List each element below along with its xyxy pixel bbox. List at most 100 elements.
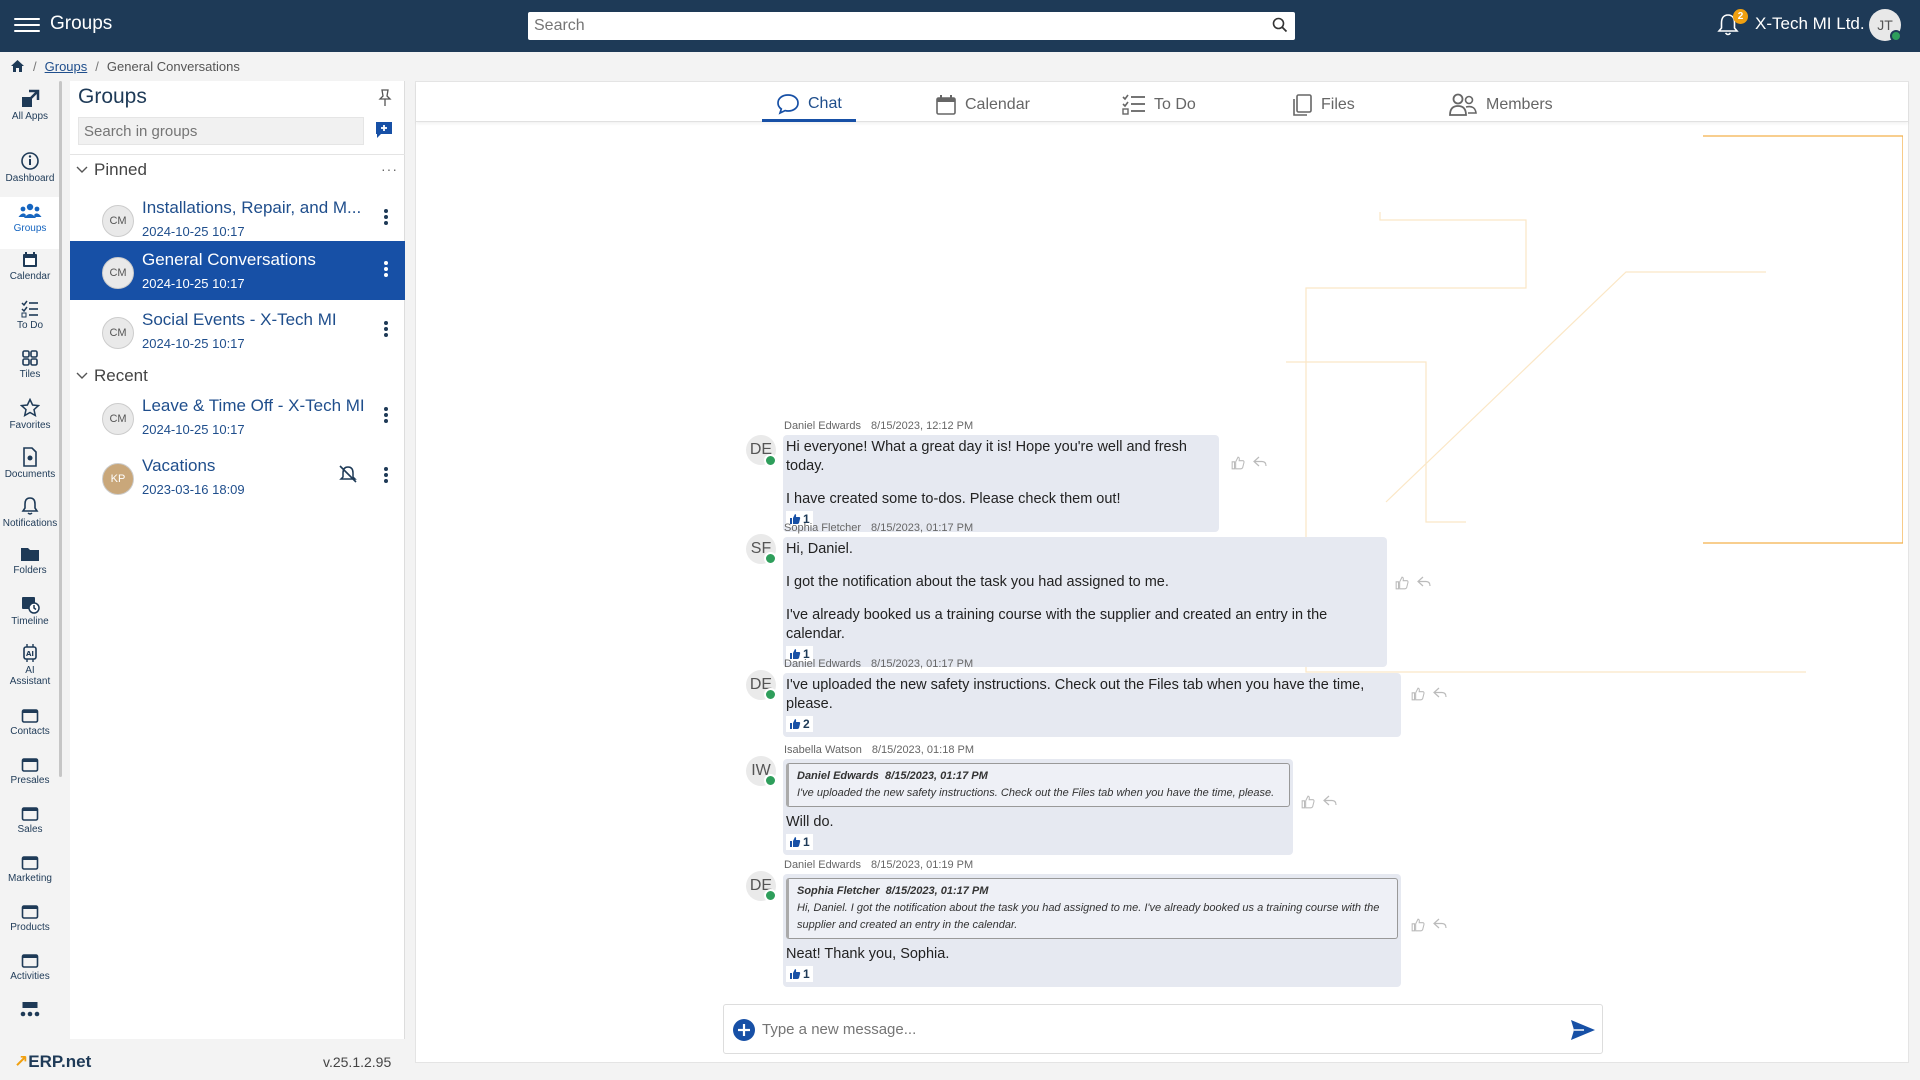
message-actions (1301, 795, 1337, 809)
tab-members[interactable]: Members (1448, 88, 1553, 122)
message-composer (723, 1004, 1603, 1054)
tab-todo[interactable]: To Do (1122, 88, 1196, 122)
folder-icon (21, 548, 39, 561)
tab-label: Files (1321, 96, 1355, 113)
home-icon[interactable] (10, 59, 25, 73)
top-bar: Groups 2 X-Tech MI Ltd. JT (0, 0, 1920, 52)
reply-icon[interactable] (1323, 795, 1337, 807)
app-title: Groups (50, 13, 113, 34)
rail-item-all-apps[interactable]: All Apps (0, 89, 60, 122)
thumbs-up-icon[interactable] (1411, 918, 1425, 932)
rail-item-activities[interactable]: Activities (0, 953, 60, 982)
tab-chat[interactable]: Chat (762, 88, 856, 122)
reply-icon[interactable] (1433, 918, 1447, 930)
group-name: Social Events - X-Tech MI (142, 310, 337, 329)
pinned-section-toggle[interactable]: Pinned (76, 160, 147, 180)
ai-icon: AI (23, 644, 37, 662)
window-icon (21, 954, 39, 968)
rail-item-favorites[interactable]: Favorites (0, 398, 60, 431)
like-reaction[interactable]: 1 (786, 834, 813, 850)
thumbs-up-icon[interactable] (1301, 795, 1315, 809)
groups-panel: Groups Pinned ··· CM Installations, Repa… (70, 81, 405, 1039)
rail-label: Favorites (9, 420, 51, 431)
kebab-menu-icon[interactable] (382, 405, 390, 429)
global-search[interactable] (528, 12, 1295, 40)
todo-icon (21, 300, 38, 318)
like-count: 1 (803, 967, 810, 981)
rail-item-ai-assistant[interactable]: AI AI Assistant (0, 643, 60, 687)
rail-item-folders[interactable]: Folders (0, 545, 60, 576)
breadcrumb-groups-link[interactable]: Groups (45, 59, 88, 74)
global-search-input[interactable] (528, 12, 1248, 40)
group-item[interactable]: CM Installations, Repair, and M... 2024-… (70, 189, 405, 248)
rail-item-products[interactable]: Products (0, 904, 60, 933)
thumbs-up-icon[interactable] (1411, 687, 1425, 701)
quoted-message[interactable]: Sophia Fletcher 8/15/2023, 01:17 PM Hi, … (786, 878, 1398, 939)
message-time: 8/15/2023, 01:19 PM (871, 859, 974, 871)
rail-item-dashboard[interactable]: Dashboard (0, 151, 60, 184)
muted-bell-icon[interactable] (338, 464, 358, 484)
tab-label: Calendar (965, 96, 1030, 113)
tab-calendar[interactable]: Calendar (935, 88, 1030, 122)
groups-search[interactable] (78, 117, 364, 145)
reply-icon[interactable] (1433, 687, 1447, 699)
thumbs-up-icon[interactable] (1395, 576, 1409, 590)
rail-item-presales[interactable]: Presales (0, 757, 60, 786)
message-author: Sophia Fletcher (784, 522, 862, 534)
groups-search-input[interactable] (79, 118, 359, 144)
group-item[interactable]: CM Leave & Time Off - X-Tech MI 2024-10-… (70, 387, 405, 446)
message-meta: Daniel Edwards 8/15/2023, 01:19 PM (784, 859, 973, 871)
message-meta: Isabella Watson 8/15/2023, 01:18 PM (784, 744, 974, 756)
rail-scrollbar[interactable] (59, 81, 62, 777)
send-icon[interactable] (1570, 1018, 1596, 1042)
menu-icon[interactable] (14, 14, 40, 36)
rail-item-notifications[interactable]: Notifications (0, 496, 60, 529)
kebab-menu-icon[interactable] (382, 259, 390, 283)
groups-icon (18, 203, 42, 218)
pinned-more-button[interactable]: ··· (381, 161, 398, 177)
like-reaction[interactable]: 2 (786, 716, 813, 732)
rail-item-more[interactable] (0, 1000, 60, 1020)
message-text: I've uploaded the new safety instruction… (786, 677, 1365, 712)
group-item[interactable]: CM Social Events - X-Tech MI 2024-10-25 … (70, 301, 405, 360)
quote-text: I've uploaded the new safety instruction… (797, 787, 1275, 799)
rail-label: Folders (13, 565, 47, 576)
message-text: Will do. (786, 814, 834, 830)
more-icon[interactable] (18, 1010, 42, 1018)
group-name: Leave & Time Off - X-Tech MI (142, 396, 365, 415)
new-group-chat-icon[interactable] (375, 121, 393, 139)
add-attachment-icon[interactable] (732, 1018, 756, 1042)
rail-label: AI (25, 665, 35, 676)
pin-icon[interactable] (378, 89, 392, 107)
group-avatar: CM (102, 403, 134, 435)
chat-panel: Chat Calendar To Do Files Members DE Dan… (415, 81, 1909, 1063)
kebab-menu-icon[interactable] (382, 319, 390, 343)
rail-item-sales[interactable]: Sales (0, 806, 60, 835)
rail-item-timeline[interactable]: Timeline (0, 594, 60, 627)
rail-item-marketing[interactable]: Marketing (0, 855, 60, 884)
group-date: 2024-10-25 10:17 (142, 336, 245, 351)
company-name[interactable]: X-Tech MI Ltd. (1755, 14, 1865, 34)
group-item[interactable]: KP Vacations 2023-03-16 18:09 (70, 447, 405, 506)
quoted-message[interactable]: Daniel Edwards 8/15/2023, 01:17 PM I've … (786, 763, 1290, 807)
message-actions (1231, 456, 1267, 470)
kebab-menu-icon[interactable] (382, 207, 390, 231)
rail-item-todo[interactable]: To Do (0, 300, 60, 331)
rail-item-contacts[interactable]: Contacts (0, 708, 60, 737)
rail-item-documents[interactable]: Documents (0, 447, 60, 480)
tab-files[interactable]: Files (1291, 88, 1355, 122)
search-icon[interactable] (1271, 16, 1289, 34)
rail-item-tiles[interactable]: Tiles (0, 349, 60, 380)
message-meta: Sophia Fletcher 8/15/2023, 01:17 PM (784, 522, 973, 534)
message-input[interactable] (762, 1015, 1542, 1043)
rail-item-groups[interactable]: Groups (0, 197, 60, 249)
kebab-menu-icon[interactable] (382, 465, 390, 489)
reply-icon[interactable] (1417, 576, 1431, 588)
thumbs-up-icon[interactable] (1231, 456, 1245, 470)
recent-section-toggle[interactable]: Recent (76, 366, 148, 386)
reply-icon[interactable] (1253, 456, 1267, 468)
like-reaction[interactable]: 1 (786, 966, 813, 982)
breadcrumb-separator: / (95, 58, 99, 74)
rail-item-calendar[interactable]: Calendar (0, 251, 60, 282)
group-item-selected[interactable]: CM General Conversations 2024-10-25 10:1… (70, 241, 405, 300)
